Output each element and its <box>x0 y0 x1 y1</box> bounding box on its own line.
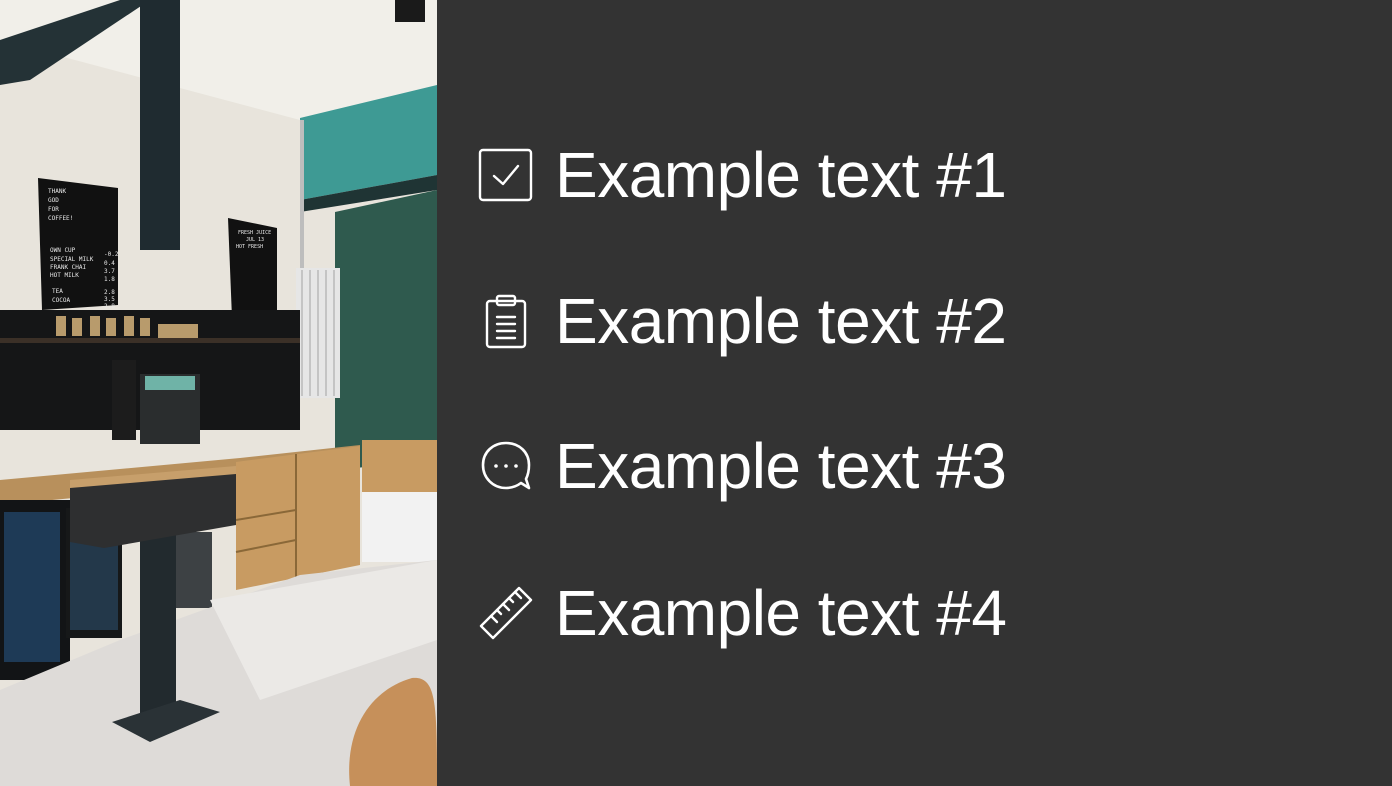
menu-board-price: 0.4 <box>104 260 115 267</box>
feature-item: Example text #4 <box>477 573 1007 653</box>
cafe-photo: THANK GOD FOR COFFEE! OWN CUP SPECIAL MI… <box>0 0 437 786</box>
chat-bubble-icon <box>477 437 535 495</box>
feature-label: Example text #4 <box>555 577 1007 649</box>
feature-label: Example text #3 <box>555 430 1007 502</box>
feature-label: Example text #1 <box>555 139 1007 211</box>
menu-board-price: 3.5 <box>104 296 115 303</box>
menu-board-text: TEA <box>52 288 63 295</box>
feature-item: Example text #3 <box>477 426 1007 506</box>
menu-board-text: HOT MILK <box>50 272 79 279</box>
menu-board-text: GOD <box>48 197 59 204</box>
menu-board-price: 3.7 <box>104 268 115 275</box>
feature-item: Example text #2 <box>477 281 1007 361</box>
menu-board-text: FRESH JUICE <box>238 230 271 236</box>
checkbox-icon <box>477 146 535 204</box>
menu-board-price: 1.8 <box>104 276 115 283</box>
clipboard-icon <box>477 292 535 350</box>
menu-board-text: COFFEE! <box>48 215 73 222</box>
menu-board-price: 2.8 <box>104 289 115 296</box>
feature-item: Example text #1 <box>477 135 1007 215</box>
menu-board-text: SPECIAL MILK <box>50 256 94 263</box>
menu-board-text: FRANK CHAI <box>50 264 87 271</box>
menu-board-text: THANK <box>48 188 66 195</box>
ruler-icon <box>477 584 535 642</box>
feature-panel: Example text #1 Example text #2 Example … <box>437 0 1392 786</box>
menu-board-price: -0.2 <box>104 251 119 258</box>
menu-board-price: 2.8 <box>104 303 115 310</box>
menu-board-text: COCOA <box>52 297 70 304</box>
feature-label: Example text #2 <box>555 285 1007 357</box>
slide: THANK GOD FOR COFFEE! OWN CUP SPECIAL MI… <box>0 0 1392 786</box>
menu-board-text: OWN CUP <box>50 247 76 254</box>
menu-board-text: FOR <box>48 206 59 213</box>
menu-board-text: JUL 13 <box>246 237 264 243</box>
menu-board-text: HOT FRESH <box>236 244 263 250</box>
